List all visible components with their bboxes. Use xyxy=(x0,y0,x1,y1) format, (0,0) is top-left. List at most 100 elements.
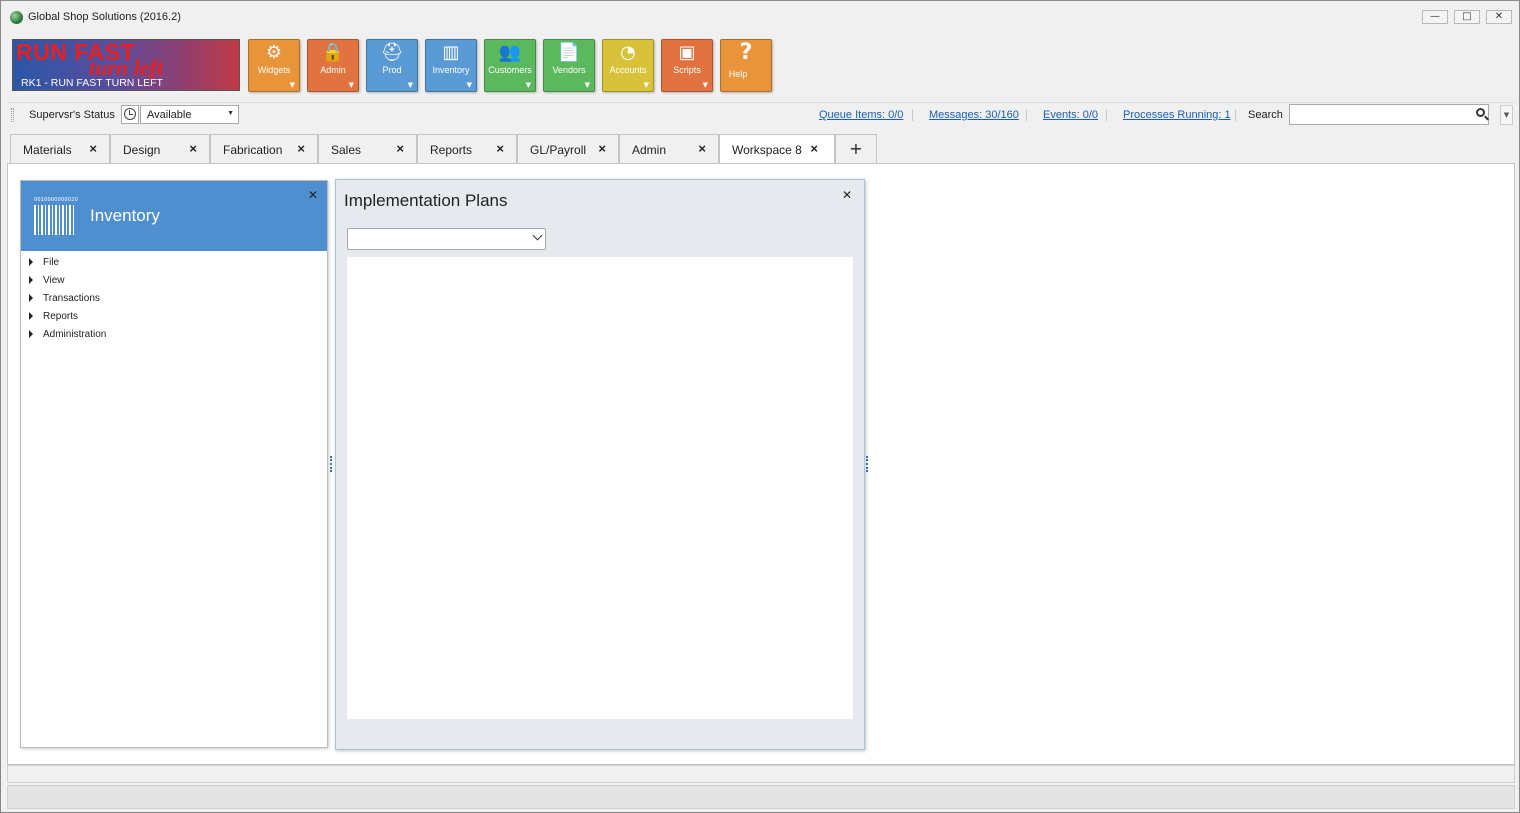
close-icon[interactable]: × xyxy=(189,141,197,156)
tab-label: Materials xyxy=(23,143,72,157)
logo-subtitle: RK1 - RUN FAST TURN LEFT xyxy=(21,77,163,89)
status-dropdown[interactable]: Available ▼ xyxy=(140,105,239,124)
close-icon[interactable]: × xyxy=(297,141,305,156)
tree-item-reports[interactable]: Reports xyxy=(29,311,78,322)
widgets-ribbon-button[interactable]: ⚙ Widgets ▼ xyxy=(248,39,300,92)
close-icon[interactable]: × xyxy=(496,141,504,156)
ribbon-button-label: Customers xyxy=(488,65,532,75)
ribbon-button-label: Admin xyxy=(320,65,346,75)
close-icon[interactable]: × xyxy=(698,141,706,156)
dropdown-arrow-icon[interactable]: ▼ xyxy=(526,81,531,89)
search-label: Search xyxy=(1248,109,1283,121)
barcode-number: 0010000000020 xyxy=(34,197,78,203)
bottom-status-bar xyxy=(7,785,1515,809)
maximize-button[interactable]: □ xyxy=(1454,10,1480,24)
implementation-plan-select[interactable] xyxy=(347,228,546,250)
company-logo-tile[interactable]: RUN FAST turn left RK1 - RUN FAST TURN L… xyxy=(12,39,240,91)
ribbon-button-label: Widgets xyxy=(257,65,291,75)
expand-arrow-icon[interactable] xyxy=(29,330,33,338)
ribbon-button-label: Vendors xyxy=(552,65,586,75)
tab-admin[interactable]: Admin × xyxy=(619,134,719,163)
vendors-ribbon-button[interactable]: 📄 Vendors ▼ xyxy=(543,39,595,92)
chevron-down-icon xyxy=(532,230,543,241)
tree-item-transactions[interactable]: Transactions xyxy=(29,293,100,304)
tab-gl-payroll[interactable]: GL/Payroll × xyxy=(517,134,619,163)
dropdown-arrow-icon[interactable]: ▼ xyxy=(467,81,472,89)
tab-materials[interactable]: Materials × xyxy=(10,134,110,163)
ribbon-button-label: Inventory xyxy=(432,65,470,75)
tab-label: Admin xyxy=(632,143,667,157)
tab-workspace-8[interactable]: Workspace 8 × xyxy=(719,134,835,164)
scripts-ribbon-button[interactable]: ▣ Scripts ▼ xyxy=(661,39,713,92)
inventory-ribbon-button[interactable]: ▥ Inventory ▼ xyxy=(425,39,477,92)
tree-item-label: Administration xyxy=(43,329,107,340)
tree-item-view[interactable]: View xyxy=(29,275,65,286)
search-icon[interactable] xyxy=(1476,108,1485,117)
inventory-panel-close-button[interactable]: ✕ xyxy=(308,188,318,202)
barcode-icon: ▥ xyxy=(442,42,460,63)
link-separator xyxy=(1235,109,1236,121)
expand-arrow-icon[interactable] xyxy=(29,294,33,302)
expand-arrow-icon[interactable] xyxy=(29,312,33,320)
close-icon[interactable]: × xyxy=(396,141,404,156)
title-bar: Global Shop Solutions (2016.2) — □ ✕ xyxy=(1,1,1519,31)
dropdown-arrow-icon[interactable]: ▼ xyxy=(408,81,413,89)
implementation-plans-title: Implementation Plans xyxy=(344,191,508,210)
tab-fabrication[interactable]: Fabrication × xyxy=(210,134,318,163)
prod-ribbon-button[interactable]: ⛑ Prod ▼ xyxy=(366,39,418,92)
dropdown-arrow-icon[interactable]: ▼ xyxy=(644,81,649,89)
processes-running-link[interactable]: Processes Running: 1 xyxy=(1123,109,1231,121)
search-input[interactable] xyxy=(1289,104,1489,125)
events-link[interactable]: Events: 0/0 xyxy=(1043,109,1098,121)
dropdown-arrow-icon[interactable]: ▼ xyxy=(703,81,708,89)
implementation-plans-panel: Implementation Plans ✕ xyxy=(335,179,865,750)
barcode-icon: 0010000000020 xyxy=(34,197,78,237)
accounts-ribbon-button[interactable]: ◔ Accounts ▼ xyxy=(602,39,654,92)
tree-item-label: File xyxy=(43,257,60,268)
tab-label: Sales xyxy=(331,143,362,157)
tab-sales[interactable]: Sales × xyxy=(318,134,417,163)
admin-ribbon-button[interactable]: 🔒 Admin ▼ xyxy=(307,39,359,92)
close-icon[interactable]: × xyxy=(598,141,606,156)
messages-link[interactable]: Messages: 30/160 xyxy=(929,109,1019,121)
status-label: Supervsr's Status xyxy=(29,109,115,121)
workspace-tabs: Materials × Design × Fabrication × Sales × Repor… xyxy=(7,134,1515,164)
panel-splitter-handle[interactable] xyxy=(866,456,869,472)
pie-chart-icon: ◔ xyxy=(620,42,636,63)
inventory-nav-panel: 0010000000020 Inventory ✕ File View Transa… xyxy=(20,180,328,748)
expand-arrow-icon[interactable] xyxy=(29,276,33,284)
hardhat-icon: ⛑ xyxy=(380,42,404,63)
queue-items-link[interactable]: Queue Items: 0/0 xyxy=(819,109,903,121)
inventory-panel-title: Inventory xyxy=(90,206,160,225)
tree-item-label: Transactions xyxy=(43,293,100,304)
help-ribbon-button[interactable]: ? Help xyxy=(720,39,772,92)
tree-item-label: Reports xyxy=(43,311,79,322)
status-clock-button[interactable] xyxy=(121,105,139,124)
add-tab-button[interactable]: + xyxy=(835,134,877,163)
customers-ribbon-button[interactable]: 👥 Customers ▼ xyxy=(484,39,536,92)
expand-arrow-icon[interactable] xyxy=(29,258,33,266)
close-icon[interactable]: × xyxy=(810,141,818,156)
panel-splitter-handle[interactable] xyxy=(330,456,333,472)
implementation-plans-close-button[interactable]: ✕ xyxy=(842,188,852,202)
minimize-button[interactable]: — xyxy=(1422,10,1448,24)
app-logo-icon xyxy=(10,11,23,24)
toolbar-grip[interactable] xyxy=(11,108,14,122)
tab-reports[interactable]: Reports × xyxy=(417,134,517,163)
status-dropdown-value: Available xyxy=(147,109,192,121)
tree-item-file[interactable]: File xyxy=(29,257,59,268)
inventory-panel-header: 0010000000020 Inventory ✕ xyxy=(21,181,327,251)
tab-label: Reports xyxy=(430,143,473,157)
close-icon[interactable]: × xyxy=(89,141,97,156)
dropdown-arrow-icon[interactable]: ▼ xyxy=(585,81,590,89)
search-dropdown-button[interactable]: ▼ xyxy=(1500,105,1513,125)
gear-icon: ⚙ xyxy=(265,42,283,63)
tab-label: Fabrication xyxy=(223,143,283,157)
tab-design[interactable]: Design × xyxy=(110,134,210,163)
tree-item-label: View xyxy=(43,275,65,286)
barcode-bars xyxy=(34,205,76,235)
tree-item-administration[interactable]: Administration xyxy=(29,329,106,340)
dropdown-arrow-icon[interactable]: ▼ xyxy=(349,81,354,89)
dropdown-arrow-icon[interactable]: ▼ xyxy=(290,81,295,89)
close-button[interactable]: ✕ xyxy=(1486,10,1512,24)
